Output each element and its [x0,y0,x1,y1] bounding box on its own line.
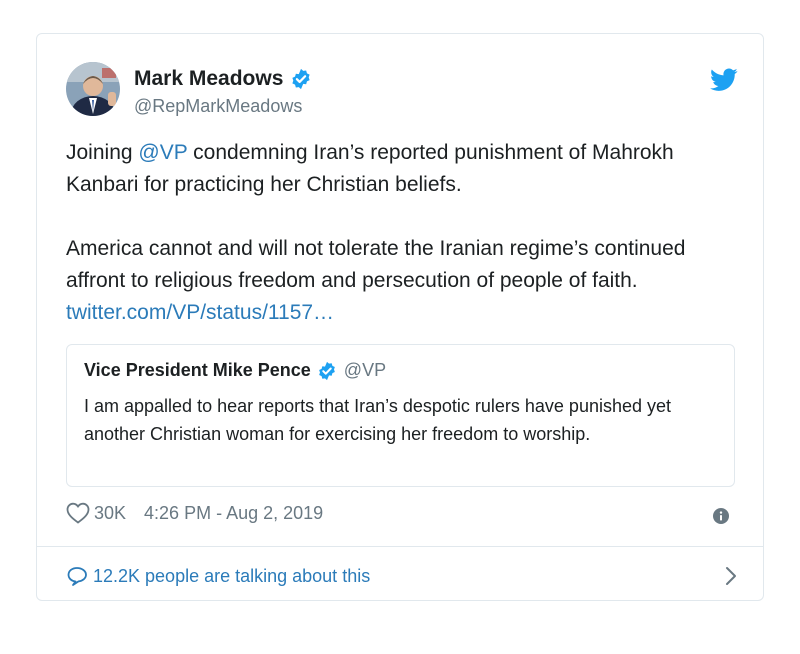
tweet-paragraph-2: America cannot and will not tolerate the… [66,233,746,329]
author-avatar[interactable] [66,62,120,116]
author-handle[interactable]: @RepMarkMeadows [134,96,302,117]
chevron-right-icon [724,565,738,587]
like-count[interactable]: 30K [94,503,126,524]
twitter-bird-icon[interactable] [710,68,738,92]
status-url-link[interactable]: twitter.com/VP/status/1157… [66,301,334,324]
quoted-tweet-header: Vice President Mike Pence @VP [84,360,386,381]
info-icon[interactable] [713,508,729,524]
author-name-row: Mark Meadows [134,67,312,91]
tweet-header: Mark Meadows @RepMarkMeadows [66,62,738,122]
talking-count-label: 12.2K people are talking about this [93,565,371,586]
verified-badge-icon [290,68,312,90]
quoted-tweet[interactable]: Vice President Mike Pence @VP I am appal… [66,344,735,487]
quoted-author-handle: @VP [343,360,387,380]
tweet-meta-row: 30K 4:26 PM - Aug 2, 2019 [66,502,323,524]
verified-badge-icon [317,361,337,381]
conversation-link[interactable]: 12.2K people are talking about this [66,561,738,591]
tweet-paragraph-1: Joining @VP condemning Iran’s reported p… [66,137,746,201]
author-display-name[interactable]: Mark Meadows [134,67,283,91]
mention-link[interactable]: @VP [138,141,187,164]
tweet-text-segment: America cannot and will not tolerate the… [66,237,686,292]
tweet-timestamp[interactable]: 4:26 PM - Aug 2, 2019 [144,503,323,524]
tweet-text-segment: Joining [66,141,139,164]
card-divider [37,546,763,547]
speech-bubble-icon [66,565,88,587]
quoted-author-name: Vice President Mike Pence [84,360,311,380]
tweet-body: Joining @VP condemning Iran’s reported p… [66,137,746,329]
embedded-tweet-card: Mark Meadows @RepMarkMeadows Joining @VP… [36,33,764,601]
quoted-tweet-text: I am appalled to hear reports that Iran’… [84,396,672,444]
heart-icon[interactable] [66,502,90,524]
